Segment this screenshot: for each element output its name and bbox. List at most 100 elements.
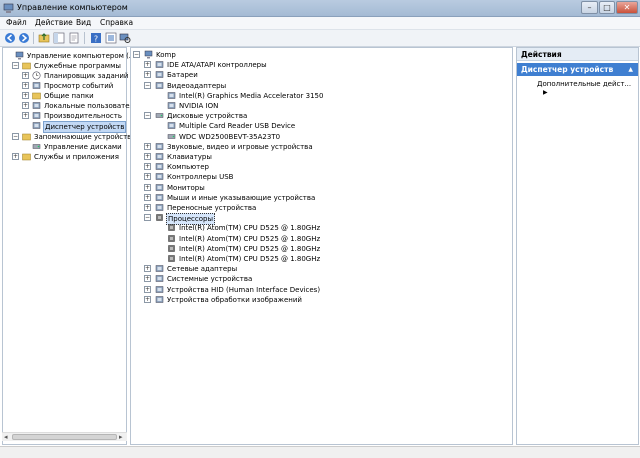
view-icon[interactable] <box>105 32 117 44</box>
collapse-icon[interactable]: − <box>133 51 140 58</box>
left-tree-item[interactable]: Управление дисками <box>5 142 126 152</box>
left-tree-item[interactable]: Диспетчер устройств <box>5 121 127 133</box>
menu-file[interactable]: Файл <box>6 18 27 27</box>
device-category[interactable]: + Батареи <box>131 70 511 80</box>
device-item[interactable]: Intel(R) Atom(TM) CPU D525 @ 1.80GHz <box>131 254 511 264</box>
left-tree-item[interactable]: − Служебные программы <box>5 61 126 71</box>
device-item[interactable]: Intel(R) Graphics Media Accelerator 3150 <box>131 91 511 101</box>
device-item[interactable]: Intel(R) Atom(TM) CPU D525 @ 1.80GHz <box>131 244 511 254</box>
chip-icon <box>155 213 164 222</box>
menu-view[interactable]: Вид <box>76 18 91 27</box>
expand-icon[interactable]: + <box>22 102 29 109</box>
expand-icon[interactable]: + <box>144 71 151 79</box>
close-button[interactable]: ✕ <box>616 1 638 14</box>
device-item[interactable]: WDC WD2500BEVT-35A23T0 <box>131 132 511 142</box>
left-tree-item[interactable]: + Общие папки <box>5 91 126 101</box>
expand-icon[interactable]: + <box>144 275 151 283</box>
properties-icon[interactable] <box>68 32 80 44</box>
collapse-icon[interactable]: − <box>12 62 19 69</box>
device-category[interactable]: − Дисковые устройства <box>131 111 511 121</box>
device-category[interactable]: − Komp <box>131 50 511 60</box>
device-label: Видеоадаптеры <box>167 81 227 90</box>
device-category[interactable]: − Процессоры <box>131 213 511 226</box>
menu-help[interactable]: Справка <box>100 18 133 27</box>
expand-icon[interactable]: + <box>144 153 151 160</box>
expand-icon[interactable]: + <box>144 204 151 211</box>
scrollbar-thumb[interactable] <box>12 434 117 440</box>
device-category[interactable]: + Устройства HID (Human Interface Devices… <box>131 285 511 295</box>
svg-text:?: ? <box>94 35 98 44</box>
device-category[interactable]: + Клавиатуры <box>131 152 511 162</box>
device-category[interactable]: − Видеоадаптеры <box>131 81 511 91</box>
device-category[interactable]: + IDE ATA/ATAPI контроллеры <box>131 60 511 70</box>
device-category[interactable]: + Переносные устройства <box>131 203 511 213</box>
device-item[interactable]: Intel(R) Atom(TM) CPU D525 @ 1.80GHz <box>131 234 511 244</box>
device-label: IDE ATA/ATAPI контроллеры <box>167 61 267 70</box>
back-icon[interactable] <box>4 32 16 44</box>
expand-icon[interactable]: + <box>144 285 151 293</box>
left-tree-item[interactable]: + Просмотр событий <box>5 81 126 91</box>
left-tree-item[interactable]: + Планировщик заданий <box>5 71 128 81</box>
left-tree-item[interactable]: + Службы и приложения <box>5 152 126 162</box>
device-label: WDC WD2500BEVT-35A23T0 <box>179 132 281 141</box>
minimize-button[interactable]: – <box>581 1 598 14</box>
device-label: Intel(R) Atom(TM) CPU D525 @ 1.80GHz <box>179 244 321 253</box>
expand-icon[interactable]: + <box>144 173 151 181</box>
collapse-icon[interactable]: − <box>12 133 19 140</box>
expand-icon[interactable]: + <box>22 72 29 79</box>
device-category[interactable]: + Системные устройства <box>131 274 511 284</box>
collapse-arrow-icon[interactable]: ▲ <box>628 63 633 76</box>
device-label: Устройства HID (Human Interface Devices) <box>167 285 321 294</box>
expand-icon[interactable]: + <box>22 92 29 99</box>
expand-icon[interactable]: + <box>12 153 19 160</box>
expand-icon[interactable]: + <box>22 82 29 89</box>
expand-icon[interactable]: + <box>22 112 29 119</box>
device-item[interactable]: Intel(R) Atom(TM) CPU D525 @ 1.80GHz <box>131 223 511 233</box>
device-item[interactable]: Multiple Card Reader USB Device <box>131 121 511 131</box>
help-icon[interactable]: ? <box>90 32 102 44</box>
left-tree-label: Просмотр событий <box>44 82 114 90</box>
collapse-icon[interactable]: − <box>144 81 151 89</box>
maximize-button[interactable]: □ <box>599 1 615 14</box>
collapse-icon[interactable]: − <box>144 214 151 222</box>
left-tree-item[interactable]: + Локальные пользовател <box>5 101 134 111</box>
scan-hardware-icon[interactable] <box>119 32 131 44</box>
show-hide-tree-icon[interactable] <box>53 32 65 44</box>
menu-action[interactable]: Действие <box>35 18 73 27</box>
expand-icon[interactable]: + <box>144 265 151 273</box>
console-tree-pane[interactable]: Управление компьютером (лока − Служебные п… <box>2 47 146 445</box>
device-label: Звуковые, видео и игровые устройства <box>167 142 313 151</box>
expand-icon[interactable]: + <box>144 142 151 150</box>
device-category[interactable]: + Контроллеры USB <box>131 172 511 182</box>
actions-section-device-manager[interactable]: Диспетчер устройств ▲ <box>517 63 638 76</box>
device-category[interactable]: + Мониторы <box>131 183 511 193</box>
expand-icon[interactable]: + <box>144 193 151 201</box>
scroll-right-icon[interactable]: ▸ <box>119 433 123 441</box>
device-category[interactable]: + Звуковые, видео и игровые устройства <box>131 142 511 152</box>
forward-icon[interactable] <box>18 32 30 44</box>
device-icon <box>155 172 164 181</box>
up-folder-icon[interactable] <box>38 32 50 44</box>
more-actions-item[interactable]: Дополнительные дейст... ▶ <box>537 80 638 96</box>
scroll-left-icon[interactable]: ◂ <box>4 433 8 441</box>
expand-icon[interactable]: + <box>144 61 151 69</box>
left-tree-item[interactable]: − Запоминающие устройства <box>5 132 136 142</box>
device-category[interactable]: + Компьютер <box>131 162 511 172</box>
device-tree-pane[interactable]: − Komp + IDE ATA/ATAPI контроллеры + Батареи −… <box>130 47 513 445</box>
device-label: Мониторы <box>167 183 205 192</box>
device-label: NVIDIA ION <box>179 102 219 110</box>
device-category[interactable]: + Устройства обработки изображений <box>131 295 511 305</box>
device-item[interactable]: NVIDIA ION <box>131 101 511 111</box>
left-tree-item[interactable]: + Производительность <box>5 111 126 121</box>
device-category[interactable]: + Сетевые адаптеры <box>131 264 511 274</box>
expand-icon[interactable]: + <box>144 163 151 171</box>
expand-icon[interactable]: + <box>144 295 151 303</box>
horizontal-scrollbar[interactable]: ◂ ▸ <box>2 432 127 441</box>
collapse-icon[interactable]: − <box>144 112 151 120</box>
left-tree-item[interactable]: Управление компьютером (лока <box>5 51 146 61</box>
device-category[interactable]: + Мыши и иные указывающие устройства <box>131 193 511 203</box>
expand-icon[interactable]: + <box>144 183 151 191</box>
device-icon <box>32 111 41 120</box>
chip-icon <box>167 244 176 253</box>
computer-icon <box>144 50 153 59</box>
